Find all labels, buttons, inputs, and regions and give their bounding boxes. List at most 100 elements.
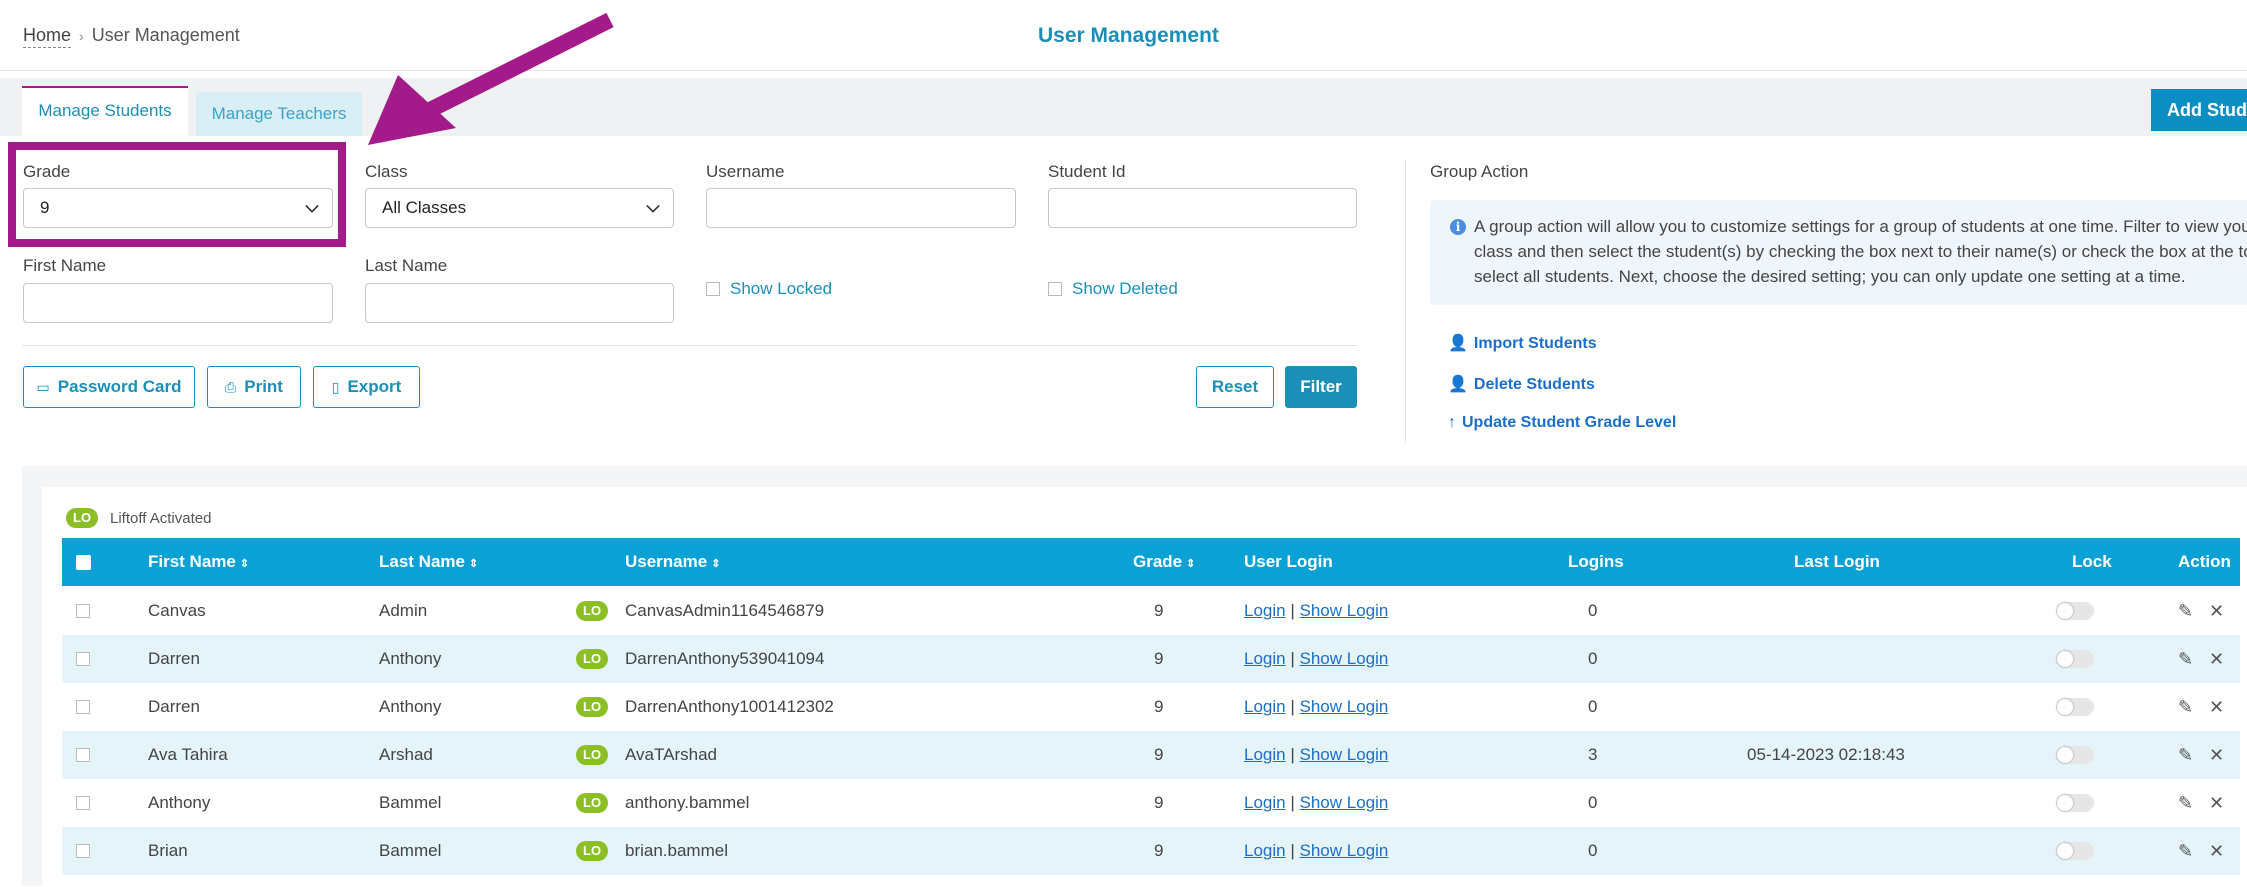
reset-button[interactable]: Reset <box>1196 366 1274 408</box>
close-icon[interactable]: ✕ <box>2209 683 2224 731</box>
filters-divider <box>22 345 1357 346</box>
show-login-link[interactable]: Show Login <box>1300 601 1389 620</box>
close-icon[interactable]: ✕ <box>2209 827 2224 875</box>
student-id-label: Student Id <box>1048 162 1126 181</box>
lock-toggle[interactable] <box>2056 698 2094 716</box>
last-name-input[interactable] <box>365 283 674 323</box>
delete-students-label: Delete Students <box>1473 376 1595 393</box>
username-input[interactable] <box>706 188 1016 228</box>
login-link[interactable]: Login <box>1244 697 1286 716</box>
update-grade-level-link[interactable]: ↑ Update Student Grade Level <box>1448 414 1676 432</box>
cell-grade: 9 <box>1154 601 1164 620</box>
show-locked-checkbox[interactable] <box>706 282 720 296</box>
header-last-name-label: Last Name <box>379 552 465 571</box>
lock-toggle[interactable] <box>2056 650 2094 668</box>
page-title: User Management <box>1038 24 1219 47</box>
row-checkbox[interactable] <box>76 700 90 714</box>
lock-toggle[interactable] <box>2056 794 2094 812</box>
sort-icon: ⇕ <box>468 558 479 570</box>
cell-username: CanvasAdmin1164546879 <box>625 601 825 620</box>
pencil-icon[interactable]: ✎ <box>2178 731 2193 779</box>
show-locked-label[interactable]: Show Locked <box>730 279 832 299</box>
header-first-name[interactable]: First Name ⇕ <box>148 538 249 586</box>
cell-username: DarrenAnthony539041094 <box>625 649 825 668</box>
delete-students-link[interactable]: 👤 Delete Students <box>1448 374 1595 394</box>
login-link[interactable]: Login <box>1244 745 1286 764</box>
show-deleted-checkbox[interactable] <box>1048 282 1062 296</box>
row-checkbox[interactable] <box>76 748 90 762</box>
print-button[interactable]: ⎙ Print <box>207 366 301 408</box>
info-icon: i <box>1450 219 1466 235</box>
show-login-link[interactable]: Show Login <box>1300 841 1389 860</box>
cell-first-name: Ava Tahira <box>148 745 228 764</box>
table-row: Ava Tahira Arshad LO AvaTArshad 9 Login … <box>62 731 2240 779</box>
last-name-label: Last Name <box>365 256 448 275</box>
header-logins: Logins <box>1568 552 1624 571</box>
export-button[interactable]: ▯ Export <box>313 366 420 408</box>
password-card-button[interactable]: ▭ Password Card <box>23 366 195 408</box>
show-login-link[interactable]: Show Login <box>1300 793 1389 812</box>
header-grade[interactable]: Grade ⇕ <box>1133 538 1195 586</box>
cell-last-name: Bammel <box>379 793 442 812</box>
file-icon: ▯ <box>331 379 340 395</box>
first-name-input[interactable] <box>23 283 333 323</box>
row-checkbox[interactable] <box>76 796 90 810</box>
lock-toggle[interactable] <box>2056 602 2094 620</box>
info-line: select all students. Next, choose the de… <box>1474 267 2186 286</box>
tab-manage-teachers[interactable]: Manage Teachers <box>196 92 362 136</box>
chevron-right-icon: › <box>79 28 84 44</box>
cell-username: brian.bammel <box>625 841 728 860</box>
show-login-link[interactable]: Show Login <box>1300 745 1389 764</box>
cell-grade: 9 <box>1154 697 1164 716</box>
pencil-icon[interactable]: ✎ <box>2178 779 2193 827</box>
student-id-input[interactable] <box>1048 188 1357 228</box>
close-icon[interactable]: ✕ <box>2209 731 2224 779</box>
row-checkbox[interactable] <box>76 652 90 666</box>
pencil-icon[interactable]: ✎ <box>2178 827 2193 875</box>
lock-toggle[interactable] <box>2056 746 2094 764</box>
header-last-name[interactable]: Last Name ⇕ <box>379 538 478 586</box>
login-link[interactable]: Login <box>1244 793 1286 812</box>
login-link[interactable]: Login <box>1244 649 1286 668</box>
row-checkbox[interactable] <box>76 844 90 858</box>
cell-last-login: 05-14-2023 02:18:43 <box>1747 745 1905 764</box>
close-icon[interactable]: ✕ <box>2209 587 2224 635</box>
info-line: class and then select the student(s) by … <box>1474 242 2247 261</box>
header-lock: Lock <box>2072 552 2112 571</box>
cell-last-name: Anthony <box>379 649 442 668</box>
table-row: Canvas Admin LO CanvasAdmin1164546879 9 … <box>62 587 2240 635</box>
import-students-link[interactable]: 👤 Import Students <box>1448 333 1597 353</box>
login-link[interactable]: Login <box>1244 841 1286 860</box>
row-checkbox[interactable] <box>76 604 90 618</box>
header-username[interactable]: Username ⇕ <box>625 538 720 586</box>
info-line: A group action will allow you to customi… <box>1474 217 2247 236</box>
vertical-divider <box>1405 160 1406 443</box>
close-icon[interactable]: ✕ <box>2209 635 2224 683</box>
show-deleted-label[interactable]: Show Deleted <box>1072 279 1178 299</box>
cell-first-name: Darren <box>148 697 200 716</box>
select-all-checkbox[interactable] <box>76 555 91 570</box>
show-login-link[interactable]: Show Login <box>1300 649 1389 668</box>
close-icon[interactable]: ✕ <box>2209 779 2224 827</box>
pencil-icon[interactable]: ✎ <box>2178 635 2193 683</box>
add-student-button[interactable]: Add Stude <box>2151 89 2247 131</box>
annotation-arrow-icon <box>368 12 614 145</box>
cell-first-name: Anthony <box>148 793 211 812</box>
cell-grade: 9 <box>1154 745 1164 764</box>
filter-button[interactable]: Filter <box>1285 366 1357 408</box>
lo-badge: LO <box>576 841 609 861</box>
sort-icon: ⇕ <box>1186 558 1196 570</box>
cell-last-name: Anthony <box>379 697 442 716</box>
breadcrumb-home-link[interactable]: Home <box>23 25 72 48</box>
tab-manage-students[interactable]: Manage Students <box>22 86 188 136</box>
class-select[interactable]: All Classes <box>365 188 674 228</box>
pencil-icon[interactable]: ✎ <box>2178 587 2193 635</box>
group-action-title: Group Action <box>1430 162 1529 181</box>
liftoff-legend-text: Liftoff Activated <box>110 510 212 527</box>
show-login-link[interactable]: Show Login <box>1300 697 1389 716</box>
group-action-info-box: i A group action will allow you to custo… <box>1430 200 2247 305</box>
lock-toggle[interactable] <box>2056 842 2094 860</box>
pencil-icon[interactable]: ✎ <box>2178 683 2193 731</box>
login-link[interactable]: Login <box>1244 601 1286 620</box>
cell-username: AvaTArshad <box>625 745 717 764</box>
